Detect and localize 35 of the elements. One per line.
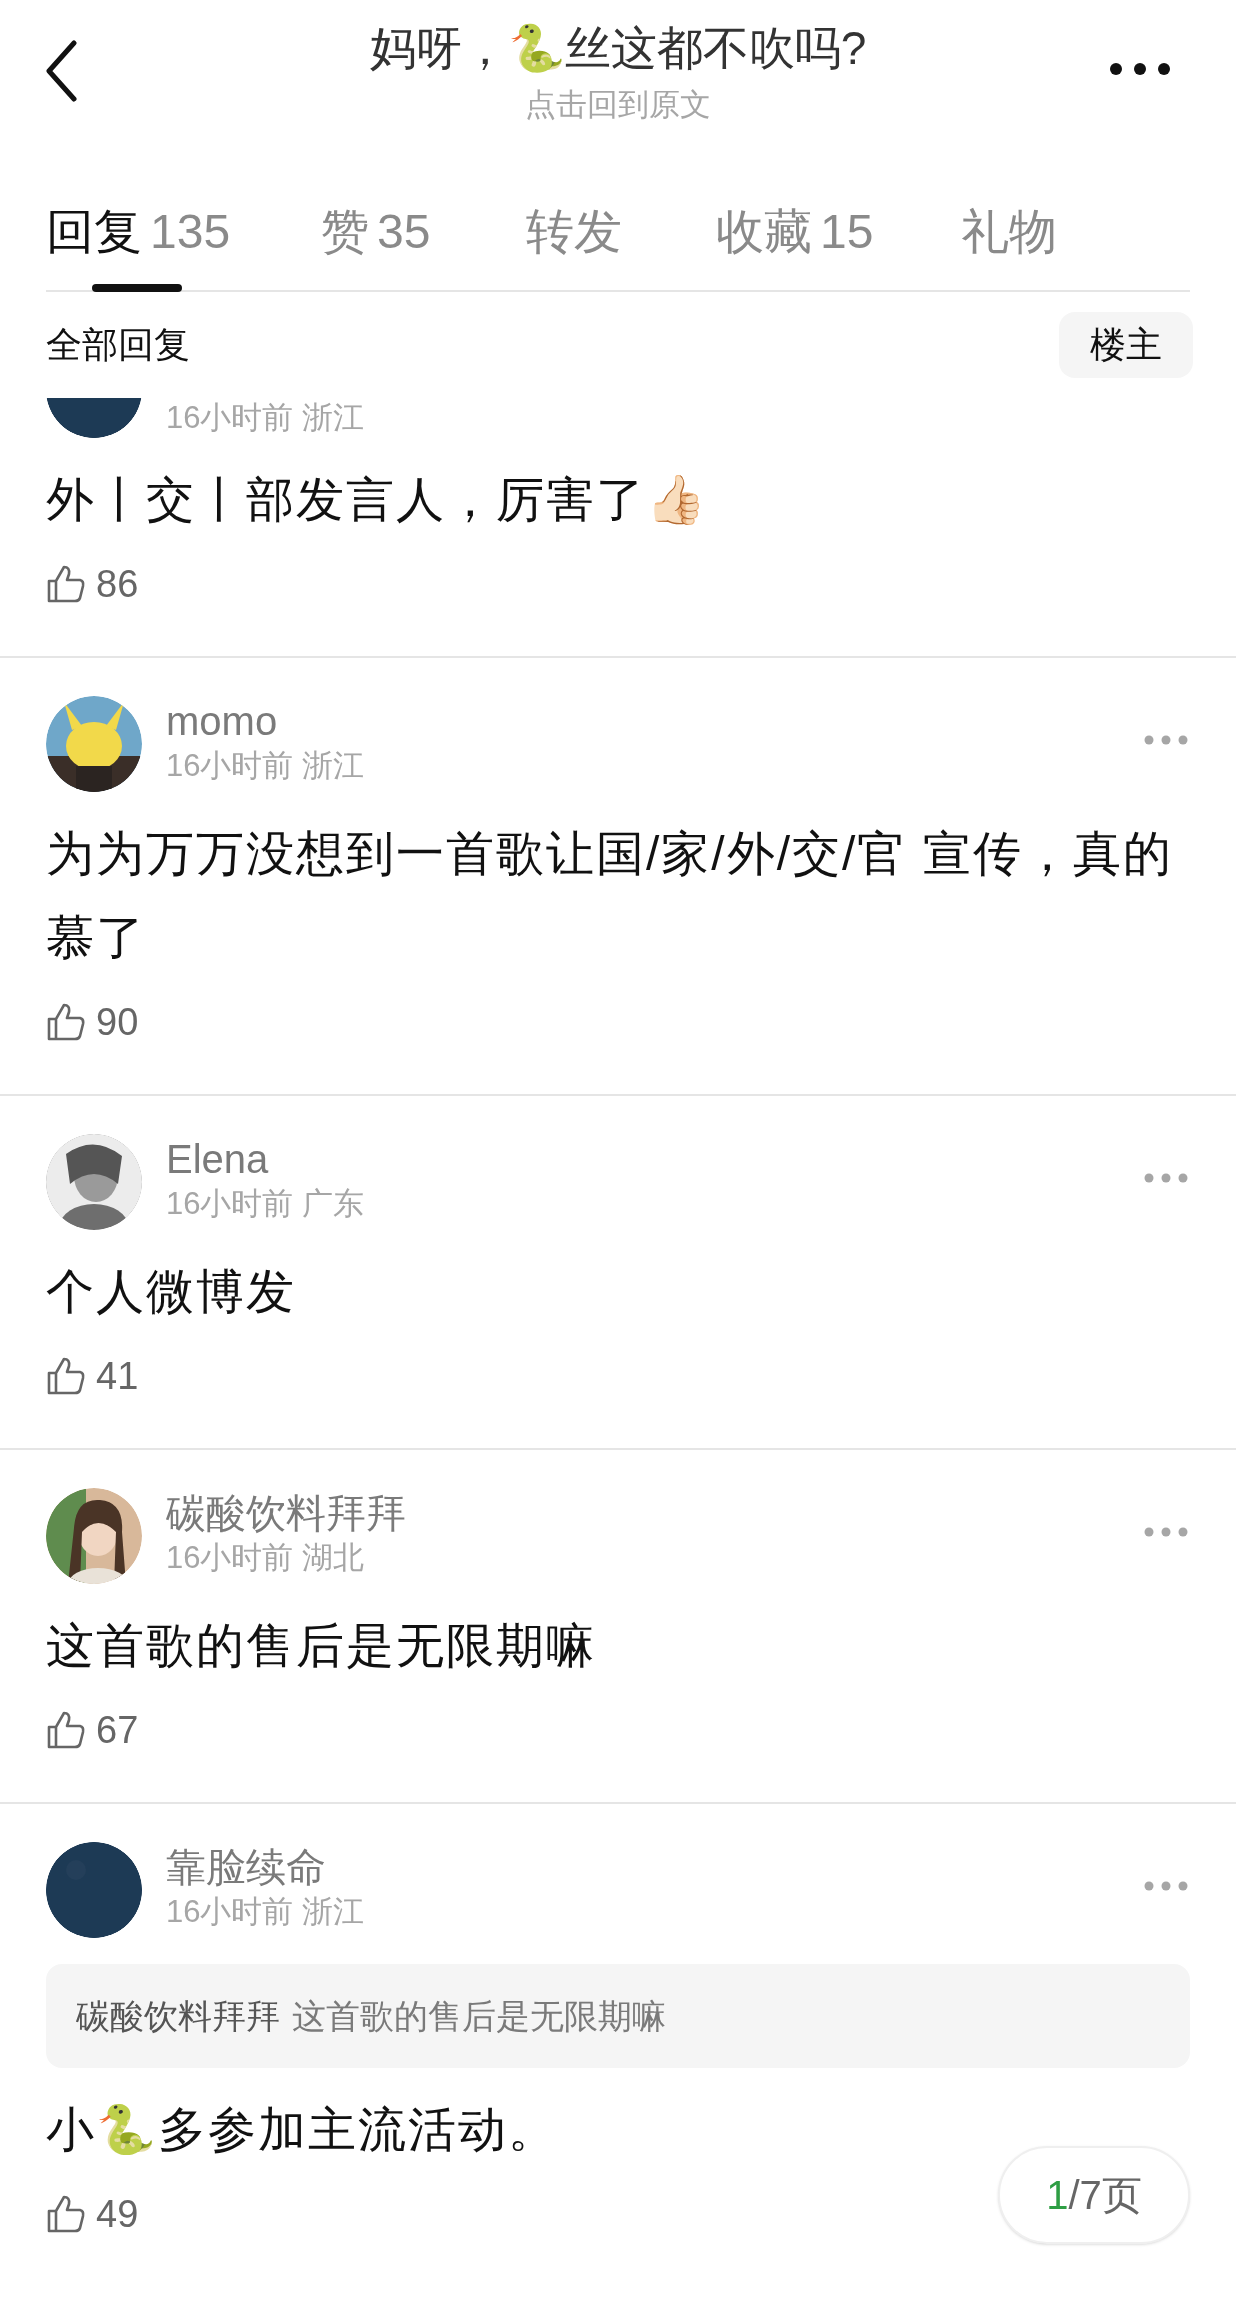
like-icon[interactable]	[46, 564, 86, 604]
like-count: 67	[96, 1708, 139, 1752]
section-label: 全部回复	[46, 323, 190, 367]
tab[interactable]: 转发	[526, 170, 716, 290]
page-indicator[interactable]: 1/7页	[998, 2146, 1190, 2244]
username[interactable]: Elena	[166, 1134, 1144, 1184]
like-count: 86	[96, 562, 139, 606]
quoted-reply: 碳酸饮料拜拜 这首歌的售后是无限期嘛	[46, 1964, 1190, 2068]
like-count: 41	[96, 1354, 139, 1398]
comment-text: 小🐍多参加主流活动。	[46, 2102, 559, 2158]
comment-meta: 16小时前 湖北	[166, 1539, 366, 1577]
tab[interactable]: 礼物	[961, 170, 1111, 290]
comment-meta: 16小时前 浙江	[166, 399, 365, 437]
comment-meta: 16小时前 广东	[166, 1185, 366, 1223]
comment-text: 外丨交丨部发言人，厉害了👍🏻	[46, 472, 709, 528]
comment-text: 为为万万没想到一首歌让国/家/外/交/官 宣传，真的慕了	[46, 826, 1174, 966]
like-icon[interactable]	[46, 2194, 86, 2234]
username[interactable]: 碳酸饮料拜拜	[166, 1488, 1144, 1538]
poster-filter-button[interactable]: 楼主	[1059, 312, 1193, 378]
tab[interactable]: 回复 135	[46, 170, 321, 290]
like-icon[interactable]	[46, 1356, 86, 1396]
like-count: 49	[96, 2192, 139, 2236]
tab[interactable]: 收藏 15	[716, 170, 961, 290]
page-title: 妈呀，🐍丝这都不吹吗?	[368, 21, 868, 76]
comment-text: 这首歌的售后是无限期嘛	[46, 1618, 597, 1674]
username[interactable]: 靠脸续命	[166, 1842, 1144, 1892]
back-to-original-link[interactable]: 点击回到原文	[525, 84, 711, 126]
like-icon[interactable]	[46, 1002, 86, 1042]
comment-meta: 16小时前 浙江	[166, 1893, 366, 1931]
comment-text: 个人微博发	[46, 1264, 297, 1320]
like-count: 90	[96, 1000, 139, 1044]
comment-meta: 16小时前 浙江	[166, 747, 366, 785]
like-icon[interactable]	[46, 1710, 86, 1750]
username[interactable]: momo	[166, 696, 1144, 746]
tab[interactable]: 赞 35	[321, 170, 526, 290]
